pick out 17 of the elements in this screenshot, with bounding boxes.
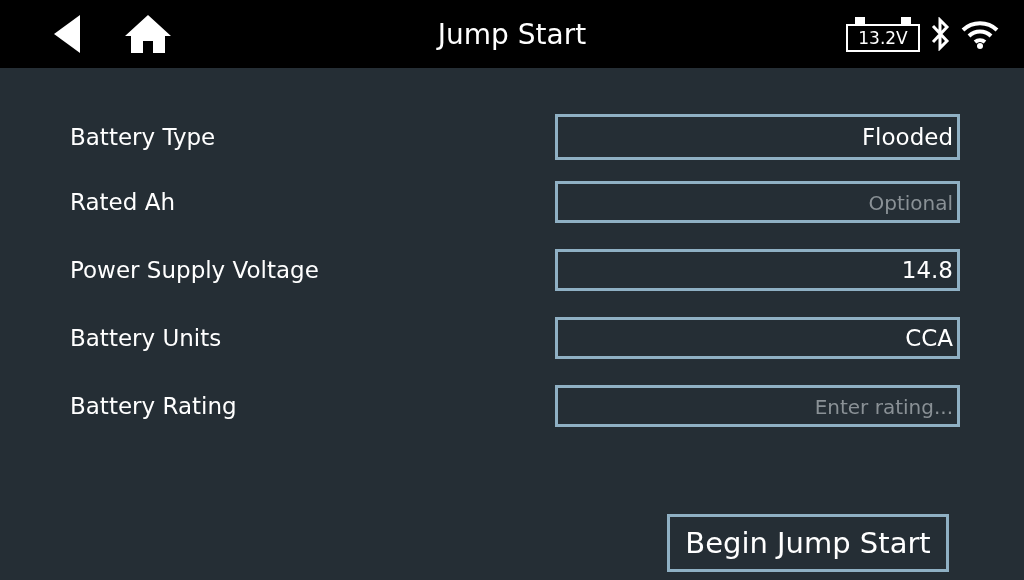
wifi-icon bbox=[960, 19, 1000, 49]
field-label: Battery Units bbox=[70, 325, 222, 351]
field-label: Battery Type bbox=[70, 124, 216, 150]
home-icon[interactable] bbox=[124, 14, 172, 54]
field-label: Power Supply Voltage bbox=[70, 257, 319, 283]
input-field[interactable]: 14.8 bbox=[555, 249, 960, 291]
bluetooth-icon bbox=[930, 17, 950, 51]
input-field[interactable]: Optional bbox=[555, 181, 960, 223]
begin-button[interactable]: Begin Jump Start bbox=[667, 514, 949, 572]
back-icon[interactable] bbox=[54, 15, 80, 53]
input-field[interactable]: CCA bbox=[555, 317, 960, 359]
input-field[interactable]: Enter rating... bbox=[555, 385, 960, 427]
field-label: Rated Ah bbox=[70, 189, 175, 215]
field-label: Battery Rating bbox=[70, 393, 237, 419]
battery-voltage-indicator: 13.2V bbox=[846, 16, 920, 52]
screen-title: Jump Start bbox=[437, 17, 587, 51]
input-field[interactable]: Flooded bbox=[555, 114, 960, 160]
